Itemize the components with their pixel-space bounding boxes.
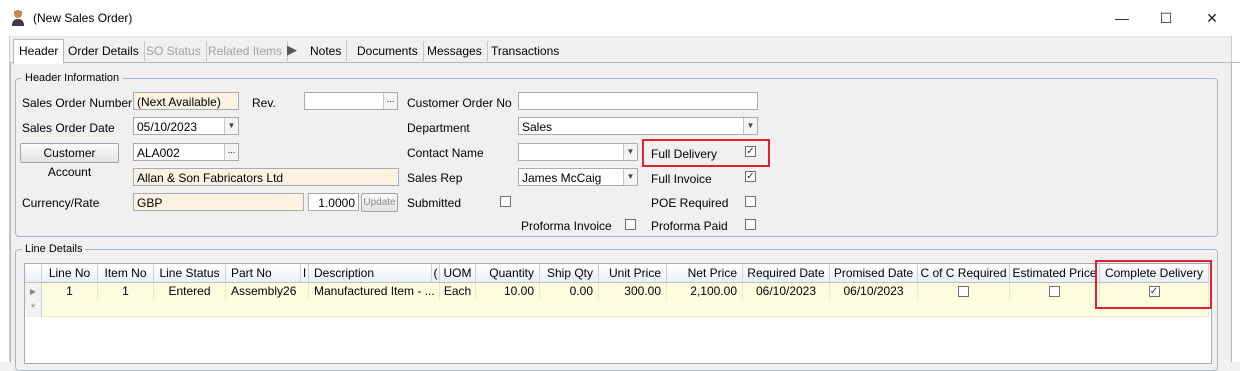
column-header[interactable]: Description [309,264,432,283]
ellipsis-icon[interactable]: ... [383,93,397,109]
column-header[interactable]: Unit Price [599,264,667,283]
row-selector-header [25,264,42,283]
customer-account-field[interactable]: ALA002 ... [133,143,239,161]
column-header[interactable]: Line Status [154,264,226,283]
full-invoice-checkbox[interactable]: ✓ [745,171,756,182]
contact-name-label: Contact Name [407,146,484,160]
table-cell-promised-date[interactable]: 06/10/2023 [830,283,918,300]
column-header[interactable]: Ship Qty [540,264,599,283]
table-cell-net-price[interactable]: 2,100.00 [667,283,743,300]
column-header[interactable]: Line No [42,264,98,283]
table-cell-unit-price[interactable]: 300.00 [599,283,667,300]
row-selector-icon[interactable]: ▶ [25,283,42,300]
sales-order-date-value: 05/10/2023 [137,120,198,134]
sales-order-date-field[interactable]: 05/10/2023 ▼ [133,117,239,135]
tab-transactions[interactable]: Transactions [486,41,564,61]
sales-rep-dropdown[interactable]: James McCaig ▼ [518,168,638,186]
table-cell-required-date[interactable]: 06/10/2023 [743,283,830,300]
poe-required-checkbox[interactable] [745,196,756,207]
estimated-price-checkbox[interactable] [1049,286,1060,297]
table-cell-line-status[interactable]: Entered [154,283,226,300]
sales-rep-label: Sales Rep [407,171,463,185]
chevron-down-icon[interactable]: ▼ [623,169,637,185]
maximize-button[interactable]: ☐ [1152,7,1180,29]
chevron-down-icon[interactable]: ▼ [743,118,757,134]
rate-field[interactable]: 1.0000 [308,193,359,211]
department-value: Sales [522,120,553,134]
tab-related-items[interactable]: Related Items [203,41,289,61]
table-cell-ship-qty[interactable]: 0.00 [540,283,599,300]
submitted-checkbox[interactable] [500,196,511,207]
currency-rate-label: Currency/Rate [22,196,100,210]
sales-order-number-field[interactable]: (Next Available) [133,92,239,110]
column-header[interactable]: Net Price [667,264,743,283]
table-cell-item-no[interactable]: 1 [98,283,154,300]
column-header[interactable]: Estimated Price [1010,264,1100,283]
update-button[interactable]: Update [361,193,398,212]
background-window-edge [0,36,10,362]
proforma-paid-label: Proforma Paid [651,219,728,233]
coc-required-checkbox[interactable] [958,286,969,297]
chevron-down-icon[interactable]: ▼ [623,144,637,160]
currency-field[interactable]: GBP [133,193,304,211]
customer-name-field[interactable]: Allan & Son Fabricators Ltd [133,168,399,186]
full-invoice-label: Full Invoice [651,172,712,186]
customer-order-no-label: Customer Order No [407,96,512,110]
complete-delivery-highlight [1095,260,1212,309]
table-cell-coc-required [918,283,1010,300]
rev-label: Rev. [252,96,276,110]
new-row-icon[interactable]: * [25,300,42,317]
full-delivery-checkbox[interactable]: ✓ [745,146,756,157]
table-cell-part-no[interactable]: Assembly26 [226,283,309,300]
column-header[interactable]: Promised Date [830,264,918,283]
customer-order-no-field[interactable] [518,92,758,110]
customer-account-value: ALA002 [137,146,180,160]
chevron-down-icon[interactable]: ▼ [224,118,238,134]
table-cell-estimated-price [1010,283,1100,300]
column-header[interactable]: ( [432,264,440,283]
sales-rep-value: James McCaig [522,171,602,185]
proforma-paid-checkbox[interactable] [745,219,756,230]
title-bar [0,0,1240,37]
header-information-title: Header Information [22,72,123,84]
table-cell-line-no[interactable]: 1 [42,283,98,300]
window-title: (New Sales Order) [33,11,133,25]
tab-notes[interactable]: Notes [305,41,348,61]
table-cell-description[interactable]: Manufactured Item - ... [309,283,440,300]
contact-name-dropdown[interactable]: ▼ [518,143,638,161]
column-header[interactable]: C of C Required [918,264,1010,283]
tab-documents[interactable]: Documents [352,41,424,61]
minimize-button[interactable]: — [1108,7,1136,29]
tab-order-details[interactable]: Order Details [63,41,145,61]
column-header[interactable]: I [301,264,309,283]
table-cell-quantity[interactable]: 10.00 [476,283,540,300]
column-header[interactable]: Item No [98,264,154,283]
sales-order-number-label: Sales Order Number [22,96,133,110]
tab-so-status[interactable]: SO Status [141,41,207,61]
department-dropdown[interactable]: Sales ▼ [518,117,758,135]
ellipsis-icon[interactable]: ... [224,144,238,160]
department-label: Department [407,121,470,135]
rev-field[interactable]: ... [304,92,398,110]
tab-scroll-arrow-icon[interactable]: ▶ [287,42,297,58]
new-row[interactable] [42,300,1209,317]
column-header[interactable]: Part No [226,264,301,283]
column-header[interactable]: Required Date [743,264,830,283]
tab-header[interactable]: Header [13,39,65,64]
close-button[interactable]: ✕ [1198,7,1226,29]
sales-order-date-label: Sales Order Date [22,121,115,135]
table-cell-uom[interactable]: Each [440,283,476,300]
background-window-edge-right [1231,36,1240,362]
column-header[interactable]: UOM [440,264,476,283]
poe-required-label: POE Required [651,196,729,210]
user-icon [11,9,25,27]
column-header[interactable]: Quantity [476,264,540,283]
submitted-label: Submitted [407,196,462,210]
full-delivery-label: Full Delivery [651,147,718,161]
customer-account-button[interactable]: Customer Account [20,143,119,179]
line-details-title: Line Details [22,243,86,255]
proforma-invoice-checkbox[interactable] [625,219,636,230]
tab-messages[interactable]: Messages [422,41,488,61]
proforma-invoice-label: Proforma Invoice [521,219,612,233]
